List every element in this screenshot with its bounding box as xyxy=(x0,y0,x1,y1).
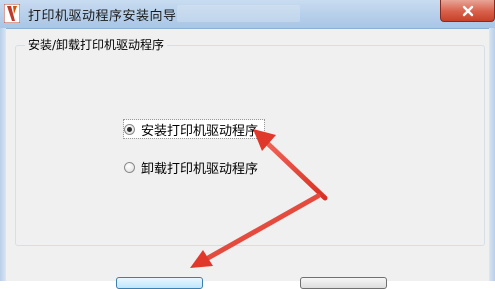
window-frame-right xyxy=(489,28,495,281)
radio-button-checked[interactable] xyxy=(124,123,135,135)
radio-uninstall-label: 卸载打印机驱动程序 xyxy=(141,161,259,177)
radio-uninstall-driver[interactable]: 卸载打印机驱动程序 xyxy=(124,158,259,177)
title-bar[interactable]: 打印机驱动程序安装向导 xyxy=(0,0,495,29)
close-button[interactable] xyxy=(440,0,495,22)
radio-install-driver[interactable]: 安装打印机驱动程序 xyxy=(122,119,266,139)
group-box-label: 安装/卸载打印机驱动程序 xyxy=(25,36,168,53)
next-button[interactable] xyxy=(116,277,203,289)
radio-button-unchecked[interactable] xyxy=(124,161,135,173)
installer-window: 打印机驱动程序安装向导 安装/卸载打印机驱动程序 安装打印机驱动程序 卸载打印机… xyxy=(0,0,495,289)
app-logo-icon xyxy=(3,3,21,24)
radio-install-label: 安装打印机驱动程序 xyxy=(141,123,259,139)
window-title: 打印机驱动程序安装向导 xyxy=(28,9,177,24)
title-bar-glow xyxy=(177,5,300,22)
cancel-button[interactable] xyxy=(300,277,387,289)
window-frame-left xyxy=(0,28,6,281)
group-box xyxy=(15,45,485,246)
close-icon xyxy=(462,5,474,17)
